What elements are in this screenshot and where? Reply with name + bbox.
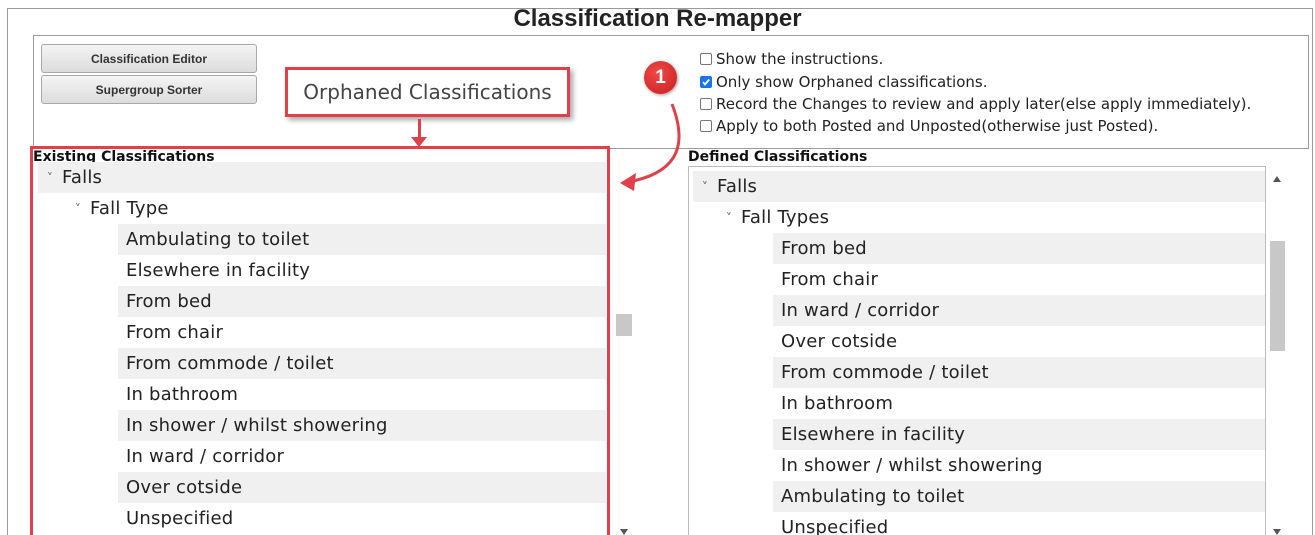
tree-root[interactable]: ˅ Falls xyxy=(693,171,1265,202)
defined-classifications-tree: ˅ Falls ˅ Fall Types From bed From chair In wa… xyxy=(688,166,1266,535)
tree-item[interactable]: Elsewhere in facility xyxy=(773,419,1265,450)
tree-label: Over cotside xyxy=(781,331,898,352)
tree-label: In ward / corridor xyxy=(781,300,940,321)
tree-group[interactable]: ˅ Fall Types xyxy=(717,202,1265,233)
tree-label: Unspecified xyxy=(781,517,889,535)
scroll-down-icon[interactable] xyxy=(1273,529,1281,535)
defined-tree-scrollbar[interactable] xyxy=(1267,166,1287,535)
tree-item[interactable]: From bed xyxy=(773,233,1265,264)
tree-item[interactable]: In ward / corridor xyxy=(773,295,1265,326)
tree-item[interactable]: From chair xyxy=(773,264,1265,295)
tree-label: In shower / whilst showering xyxy=(781,455,1043,476)
tree-label: Ambulating to toilet xyxy=(781,486,965,507)
defined-classifications-heading: Defined Classifications xyxy=(688,149,868,165)
defined-scroll-thumb[interactable] xyxy=(1270,241,1285,351)
tree-item[interactable]: Unspecified xyxy=(773,512,1265,535)
chevron-down-icon[interactable]: ˅ xyxy=(693,180,717,194)
existing-scroll-thumb[interactable] xyxy=(616,314,632,336)
tree-item[interactable]: In shower / whilst showering xyxy=(773,450,1265,481)
callout-connector xyxy=(418,119,421,139)
orphaned-highlight-box xyxy=(30,146,610,535)
tree-label: Fall Types xyxy=(741,207,830,228)
tree-label: Elsewhere in facility xyxy=(781,424,966,445)
tree-item[interactable]: In bathroom xyxy=(773,388,1265,419)
tree-item[interactable]: Over cotside xyxy=(773,326,1265,357)
scroll-up-icon[interactable] xyxy=(1273,176,1281,182)
tree-label: Falls xyxy=(717,176,758,197)
tree-item[interactable]: From commode / toilet xyxy=(773,357,1265,388)
tree-label: From chair xyxy=(781,269,879,290)
tree-label: In bathroom xyxy=(781,393,894,414)
existing-tree-scrollbar[interactable] xyxy=(614,162,634,535)
tree-item[interactable]: Ambulating to toilet xyxy=(773,481,1265,512)
tree-label: From bed xyxy=(781,238,867,259)
tree-label: From commode / toilet xyxy=(781,362,989,383)
scroll-down-icon[interactable] xyxy=(620,529,628,535)
chevron-down-icon[interactable]: ˅ xyxy=(717,211,741,225)
